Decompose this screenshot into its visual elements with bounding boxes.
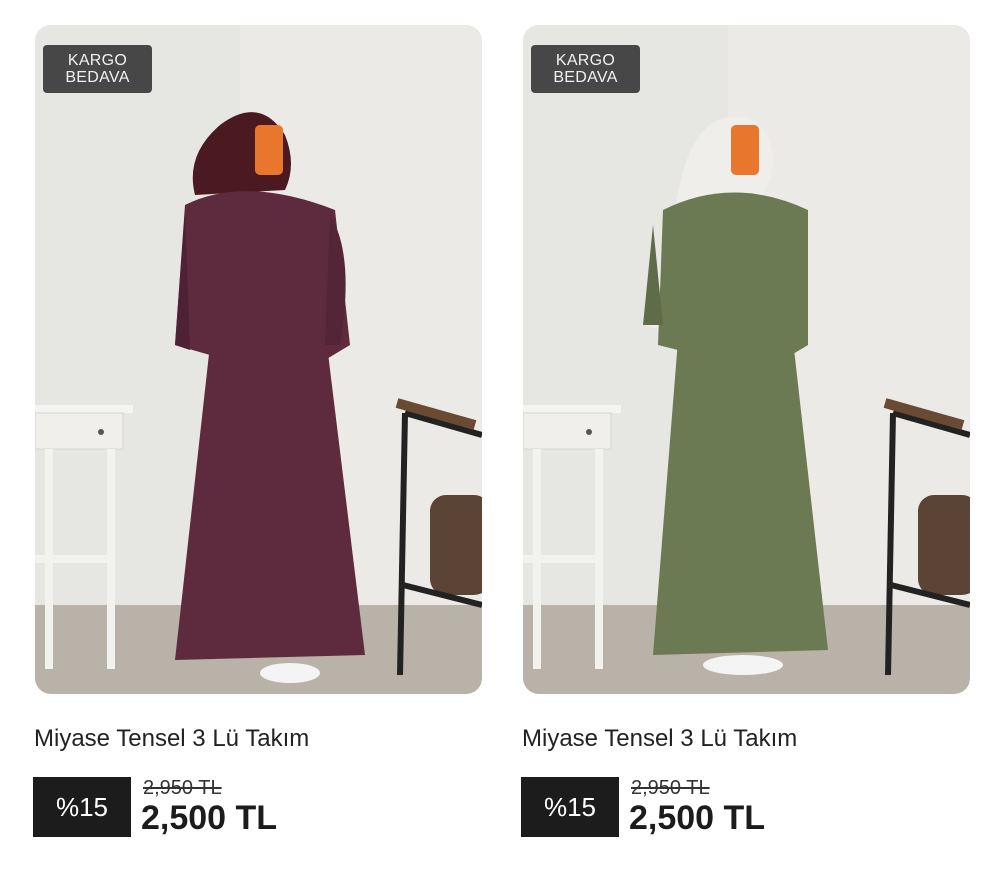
product-image[interactable]: KARGO BEDAVA: [523, 25, 970, 694]
product-photo: [35, 25, 482, 694]
old-price: 2,950 TL: [143, 777, 222, 799]
discount-badge: %15: [33, 777, 131, 837]
price-row: %15 2,950 TL 2,500 TL: [521, 777, 821, 839]
product-photo: [523, 25, 970, 694]
badge-line-2: BEDAVA: [553, 69, 618, 86]
free-shipping-badge: KARGO BEDAVA: [531, 45, 640, 93]
product-title[interactable]: Miyase Tensel 3 Lü Takım: [522, 725, 797, 753]
current-price: 2,500 TL: [629, 799, 766, 837]
badge-line-1: KARGO: [67, 52, 128, 69]
current-price: 2,500 TL: [141, 799, 278, 837]
product-image[interactable]: KARGO BEDAVA: [35, 25, 482, 694]
badge-line-1: KARGO: [555, 52, 616, 69]
price-row: %15 2,950 TL 2,500 TL: [33, 777, 333, 839]
free-shipping-badge: KARGO BEDAVA: [43, 45, 152, 93]
product-card[interactable]: KARGO BEDAVA Miyase Tensel 3 Lü Takım %1…: [33, 25, 482, 837]
product-title[interactable]: Miyase Tensel 3 Lü Takım: [34, 725, 309, 753]
old-price: 2,950 TL: [631, 777, 710, 799]
badge-line-2: BEDAVA: [65, 69, 130, 86]
product-card[interactable]: KARGO BEDAVA Miyase Tensel 3 Lü Takım %1…: [521, 25, 970, 837]
discount-badge: %15: [521, 777, 619, 837]
